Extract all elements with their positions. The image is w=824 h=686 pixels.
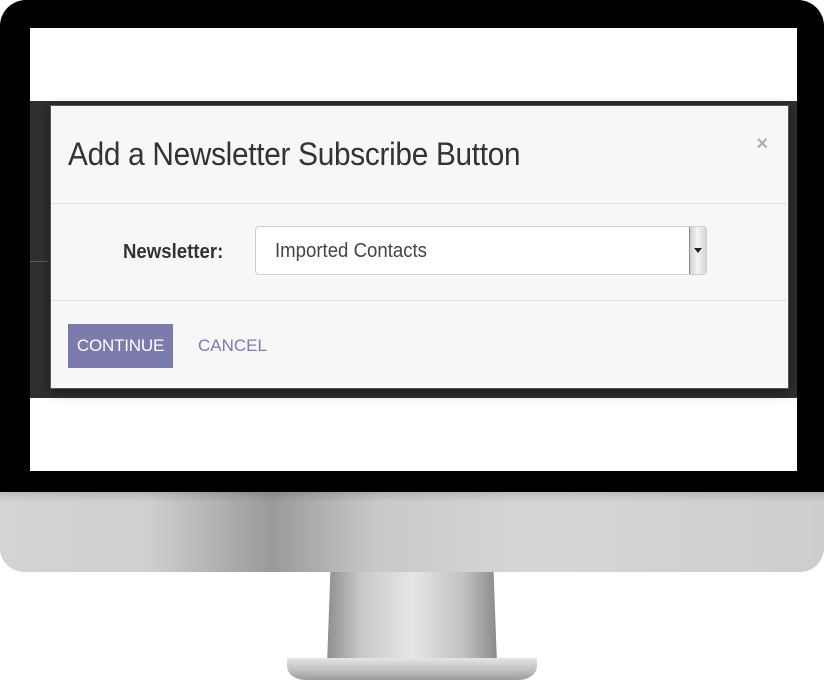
newsletter-label: Newsletter: (123, 241, 224, 263)
newsletter-select-value: Imported Contacts (275, 240, 427, 262)
monitor-chin (0, 492, 824, 572)
chevron-down-icon[interactable] (689, 227, 706, 274)
dialog-title: Add a Newsletter Subscribe Button (68, 136, 521, 172)
continue-button[interactable]: CONTINUE (68, 324, 173, 368)
dialog-header: Add a Newsletter Subscribe Button × (51, 106, 788, 204)
dialog-footer: CONTINUE CANCEL (51, 301, 788, 388)
newsletter-select[interactable]: Imported Contacts (255, 226, 707, 275)
monitor-screen: Add a Newsletter Subscribe Button × News… (30, 28, 797, 471)
newsletter-dialog: Add a Newsletter Subscribe Button × News… (50, 105, 789, 389)
monitor-chin-shade (0, 492, 824, 502)
monitor-stand-neck (327, 572, 497, 664)
close-icon[interactable]: × (756, 133, 768, 156)
background-page-fragment (30, 261, 48, 422)
monitor-stand-base (287, 658, 537, 680)
dialog-body: Newsletter: Imported Contacts (51, 204, 788, 301)
cancel-button[interactable]: CANCEL (198, 324, 267, 368)
